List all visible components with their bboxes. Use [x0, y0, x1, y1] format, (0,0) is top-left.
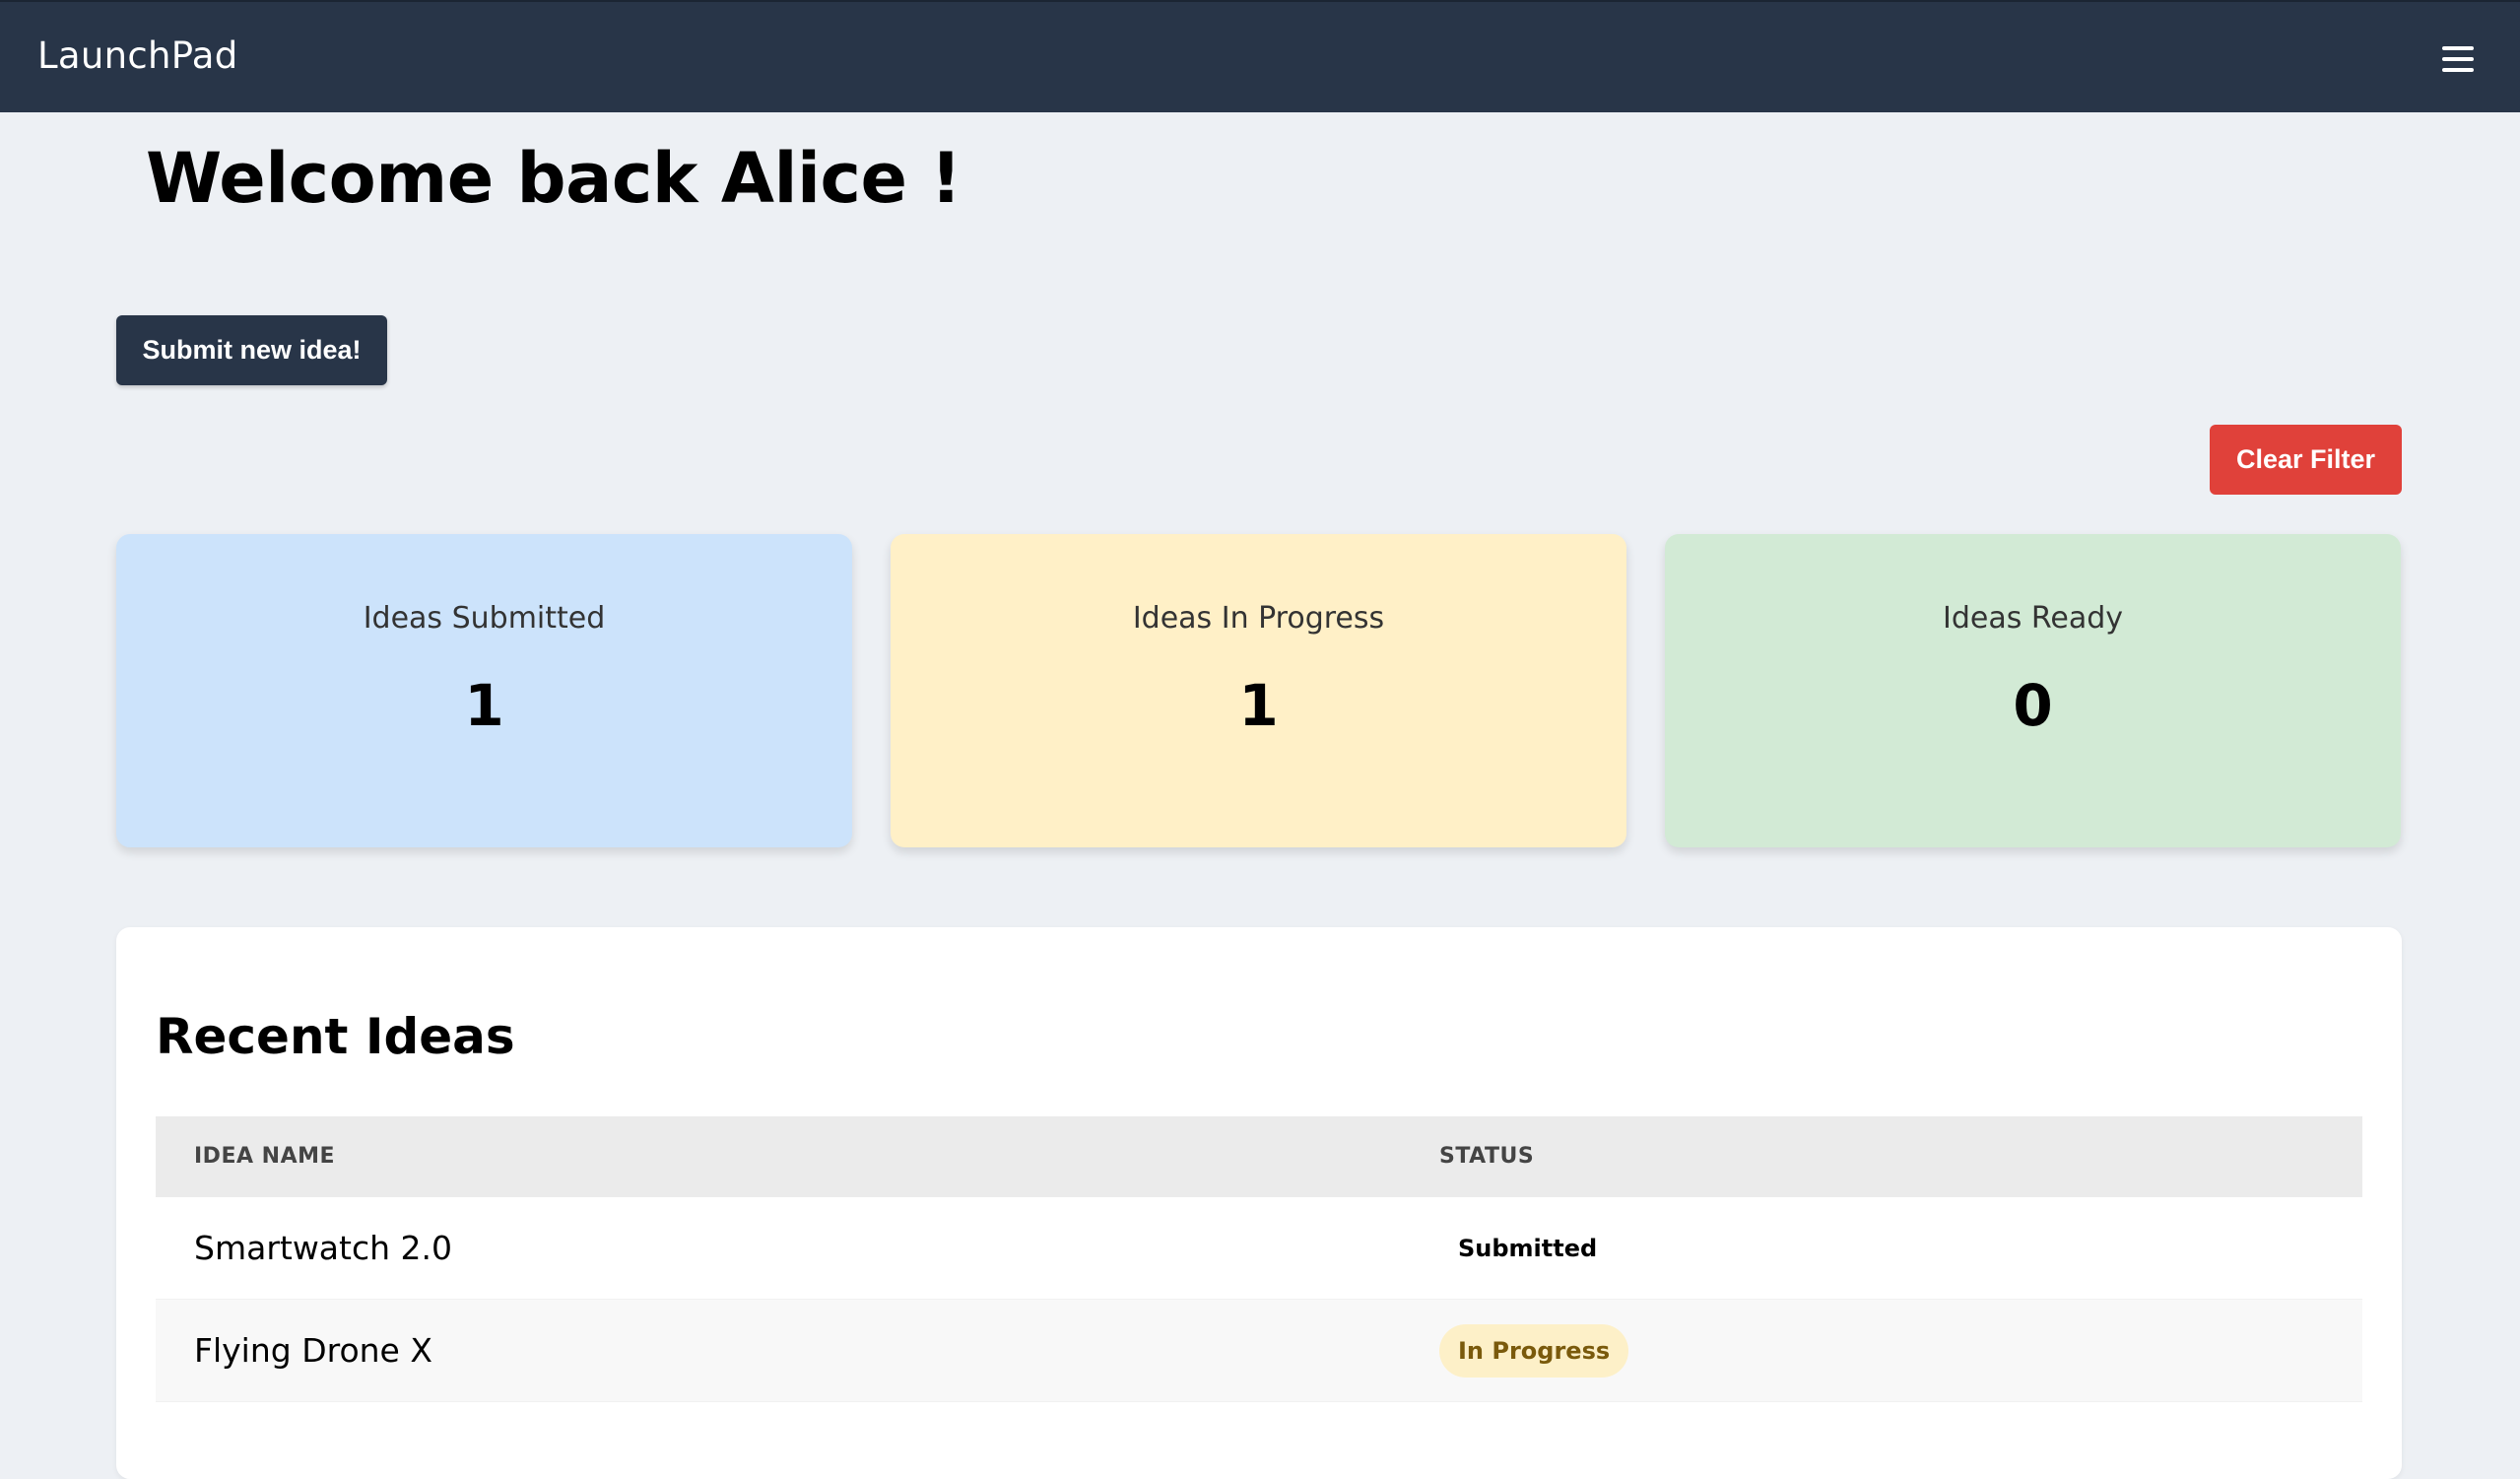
stat-label: Ideas Ready — [1942, 601, 2124, 636]
page-title: Welcome back Alice ! — [146, 138, 962, 219]
menu-bar — [2442, 68, 2474, 72]
column-header-idea-name: IDEA NAME — [194, 1144, 336, 1169]
status-badge: Submitted — [1458, 1235, 1598, 1262]
table-row[interactable]: Smartwatch 2.0 Submitted — [156, 1197, 2362, 1300]
menu-bar — [2442, 57, 2474, 61]
hamburger-menu-icon[interactable] — [2442, 46, 2474, 74]
stat-card-ideas-in-progress[interactable]: Ideas In Progress 1 — [891, 534, 1626, 847]
stat-value: 1 — [464, 672, 504, 739]
submit-new-idea-button[interactable]: Submit new idea! — [116, 315, 387, 385]
recent-ideas-panel: Recent Ideas IDEA NAME STATUS Smartwatch… — [116, 927, 2402, 1479]
top-navbar: LaunchPad — [0, 0, 2520, 112]
recent-ideas-title: Recent Ideas — [156, 1008, 515, 1065]
stat-value: 0 — [2013, 672, 2053, 739]
idea-name-cell: Smartwatch 2.0 — [194, 1229, 453, 1267]
stat-label: Ideas In Progress — [1132, 601, 1385, 636]
table-row[interactable]: Flying Drone X In Progress — [156, 1300, 2362, 1402]
idea-name-cell: Flying Drone X — [194, 1331, 432, 1370]
ideas-table: IDEA NAME STATUS Smartwatch 2.0 Submitte… — [156, 1116, 2362, 1402]
column-header-status: STATUS — [1439, 1144, 1535, 1169]
stat-value: 1 — [1238, 672, 1279, 739]
stat-card-ideas-submitted[interactable]: Ideas Submitted 1 — [116, 534, 852, 847]
brand-logo[interactable]: LaunchPad — [37, 34, 238, 77]
clear-filter-button[interactable]: Clear Filter — [2210, 425, 2402, 495]
status-badge: In Progress — [1439, 1324, 1629, 1378]
menu-bar — [2442, 46, 2474, 50]
stat-label: Ideas Submitted — [363, 601, 606, 636]
table-header: IDEA NAME STATUS — [156, 1116, 2362, 1197]
stat-card-ideas-ready[interactable]: Ideas Ready 0 — [1665, 534, 2401, 847]
